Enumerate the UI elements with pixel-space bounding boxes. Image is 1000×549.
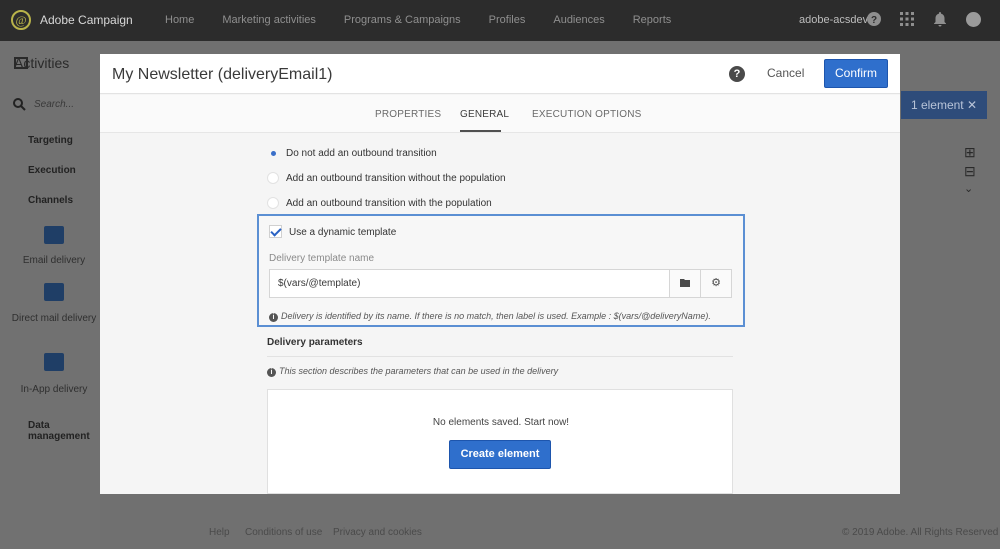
top-bar: @ Adobe Campaign Home Marketing activiti… bbox=[0, 0, 1000, 41]
footer-conditions-link[interactable]: Conditions of use bbox=[245, 527, 322, 538]
channel-email-delivery[interactable]: Email delivery bbox=[0, 254, 108, 267]
delivery-parameters-hint-text: This section describes the parameters th… bbox=[279, 366, 559, 376]
active-tab-indicator bbox=[460, 130, 501, 132]
template-hint: i Delivery is identified by its name. If … bbox=[269, 311, 711, 322]
modal-tabs: PROPERTIES GENERAL EXECUTION OPTIONS bbox=[100, 95, 900, 133]
top-nav: Home Marketing activities Programs & Cam… bbox=[165, 14, 699, 26]
activities-search[interactable]: Search... bbox=[34, 99, 74, 110]
nav-audiences[interactable]: Audiences bbox=[553, 14, 604, 26]
gear-icon[interactable]: ⚙ bbox=[700, 269, 732, 298]
email-delivery-icon bbox=[44, 226, 64, 244]
info-icon: i bbox=[269, 313, 278, 322]
direct-mail-icon bbox=[44, 283, 64, 301]
dynamic-template-label: Use a dynamic template bbox=[289, 227, 397, 238]
delivery-parameters-title: Delivery parameters bbox=[267, 337, 363, 348]
nav-programs-campaigns[interactable]: Programs & Campaigns bbox=[344, 14, 461, 26]
radio-no-transition[interactable] bbox=[267, 147, 279, 159]
app-title: Adobe Campaign bbox=[40, 13, 133, 27]
zoom-in-icon[interactable]: ⊞ bbox=[964, 144, 976, 161]
search-icon bbox=[13, 98, 26, 111]
delivery-modal: My Newsletter (deliveryEmail1) ? Cancel … bbox=[100, 54, 900, 494]
confirm-button[interactable]: Confirm bbox=[824, 59, 888, 88]
cancel-button[interactable]: Cancel bbox=[759, 66, 812, 80]
activities-panel: Activities Search... Targeting Execution… bbox=[0, 41, 100, 549]
tab-execution-options[interactable]: EXECUTION OPTIONS bbox=[532, 109, 642, 120]
modal-header: My Newsletter (deliveryEmail1) ? Cancel … bbox=[100, 54, 900, 94]
zoom-out-icon[interactable]: ⊟ bbox=[964, 163, 976, 180]
info-icon: i bbox=[267, 368, 276, 377]
in-app-icon bbox=[44, 353, 64, 371]
nav-profiles[interactable]: Profiles bbox=[489, 14, 526, 26]
nav-marketing-activities[interactable]: Marketing activities bbox=[222, 14, 316, 26]
radio-transition-without-population[interactable] bbox=[267, 172, 279, 184]
avatar[interactable] bbox=[966, 12, 981, 27]
folder-icon[interactable] bbox=[669, 269, 701, 298]
radio-transition-with-population-label: Add an outbound transition with the popu… bbox=[286, 198, 492, 209]
adobe-campaign-logo-icon: @ bbox=[11, 10, 31, 30]
tab-general[interactable]: GENERAL bbox=[460, 109, 509, 120]
nav-home[interactable]: Home bbox=[165, 14, 194, 26]
svg-text:?: ? bbox=[871, 15, 877, 26]
account-name[interactable]: adobe-acsdev bbox=[799, 14, 868, 26]
parameters-empty-state: No elements saved. Start now! Create ele… bbox=[267, 389, 733, 494]
delivery-parameters-hint: i This section describes the parameters t… bbox=[267, 366, 558, 377]
channel-direct-mail-delivery[interactable]: Direct mail delivery bbox=[0, 312, 108, 325]
category-channels[interactable]: Channels bbox=[28, 195, 73, 206]
modal-help-icon[interactable]: ? bbox=[729, 66, 745, 82]
create-element-button[interactable]: Create element bbox=[449, 440, 551, 469]
divider bbox=[267, 356, 733, 357]
chevron-down-icon[interactable]: ⌄ bbox=[964, 182, 973, 195]
radio-no-transition-label: Do not add an outbound transition bbox=[286, 148, 437, 159]
category-targeting[interactable]: Targeting bbox=[28, 135, 73, 146]
dynamic-template-section: Use a dynamic template Delivery template… bbox=[257, 214, 745, 327]
template-name-input[interactable]: $(vars/@template) bbox=[269, 269, 670, 298]
footer-copyright: © 2019 Adobe. All Rights Reserved bbox=[842, 527, 999, 538]
bell-icon[interactable] bbox=[933, 12, 947, 30]
selection-badge[interactable]: 1 element ✕ bbox=[901, 91, 987, 119]
category-data-management[interactable]: Data management bbox=[28, 420, 100, 442]
apps-grid-icon[interactable] bbox=[900, 12, 914, 29]
template-name-label: Delivery template name bbox=[269, 253, 375, 264]
footer-privacy-link[interactable]: Privacy and cookies bbox=[333, 527, 422, 538]
selection-badge-label: 1 element bbox=[910, 98, 964, 112]
modal-title: My Newsletter (deliveryEmail1) bbox=[112, 66, 333, 83]
radio-transition-without-population-label: Add an outbound transition without the p… bbox=[286, 173, 506, 184]
channel-in-app-delivery[interactable]: In-App delivery bbox=[0, 383, 108, 396]
nav-reports[interactable]: Reports bbox=[633, 14, 672, 26]
footer-help-link[interactable]: Help bbox=[209, 527, 230, 538]
close-icon[interactable]: ✕ bbox=[967, 98, 977, 112]
dynamic-template-checkbox[interactable] bbox=[269, 225, 282, 238]
empty-state-text: No elements saved. Start now! bbox=[432, 417, 570, 428]
tab-properties[interactable]: PROPERTIES bbox=[375, 109, 441, 120]
help-icon[interactable]: ? bbox=[867, 12, 881, 29]
radio-transition-with-population[interactable] bbox=[267, 197, 279, 209]
category-execution[interactable]: Execution bbox=[28, 165, 76, 176]
panel-toggle-icon[interactable] bbox=[14, 57, 28, 69]
template-hint-text: Delivery is identified by its name. If t… bbox=[281, 311, 711, 321]
